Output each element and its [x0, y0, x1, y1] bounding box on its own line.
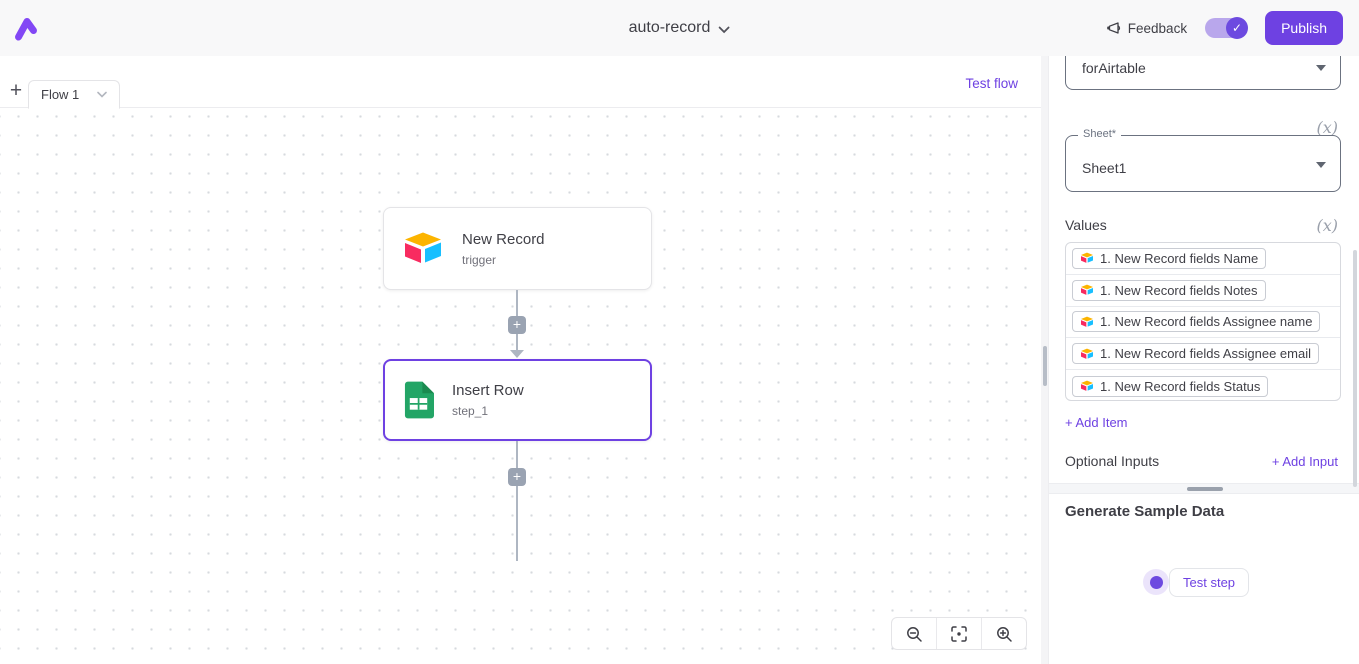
feedback-button[interactable]: Feedback	[1105, 20, 1187, 37]
insert-variable-button[interactable]: (x)	[1316, 216, 1338, 235]
flow-canvas[interactable]: + Flow 1 Test flow New Record trigger	[0, 56, 1041, 664]
node-new-record[interactable]: New Record trigger	[383, 207, 652, 290]
node-subtitle: step_1	[452, 404, 524, 418]
feedback-label: Feedback	[1128, 21, 1187, 36]
value-token[interactable]: 1. New Record fields Notes	[1072, 280, 1266, 301]
fit-view-button[interactable]	[936, 618, 981, 649]
canvas-zoom-toolbar	[891, 617, 1027, 650]
value-token[interactable]: 1. New Record fields Name	[1072, 248, 1266, 269]
megaphone-icon	[1105, 20, 1122, 37]
token-label: 1. New Record fields Notes	[1100, 283, 1258, 298]
value-row[interactable]: 1. New Record fields Name	[1066, 243, 1340, 275]
value-row[interactable]: 1. New Record fields Assignee name	[1066, 307, 1340, 339]
drag-handle-icon	[1187, 487, 1223, 491]
chevron-down-icon	[1316, 65, 1326, 71]
connection-value: forAirtable	[1082, 60, 1146, 76]
node-title: New Record	[462, 231, 545, 248]
scrollbar-thumb[interactable]	[1353, 250, 1357, 487]
flow-enabled-toggle[interactable]: ✓	[1205, 18, 1247, 38]
flow-tabstrip: + Flow 1 Test flow	[0, 56, 1041, 108]
step-settings-panel: forAirtable (x) Sheet* Sheet1 Values (x)…	[1048, 56, 1359, 664]
add-step-button[interactable]: +	[508, 316, 526, 334]
value-row[interactable]: 1. New Record fields Notes	[1066, 275, 1340, 307]
status-dot-icon	[1150, 576, 1163, 589]
zoom-in-button[interactable]	[981, 618, 1026, 649]
value-token[interactable]: 1. New Record fields Assignee name	[1072, 311, 1320, 332]
flow-builder-app: auto-record Feedback ✓ Publish +	[0, 0, 1359, 664]
flow-name-menu[interactable]: auto-record	[629, 19, 731, 37]
panel-resize-gutter[interactable]	[1041, 56, 1048, 664]
edge-arrow-icon	[510, 350, 524, 358]
token-label: 1. New Record fields Name	[1100, 251, 1258, 266]
value-row[interactable]: 1. New Record fields Assignee email	[1066, 338, 1340, 370]
zoom-out-icon	[905, 625, 923, 643]
edge-line	[516, 441, 518, 561]
topbar-actions: Feedback ✓ Publish	[1105, 0, 1343, 56]
values-label: Values	[1065, 217, 1107, 233]
chevron-down-icon	[97, 91, 107, 98]
add-step-button[interactable]: +	[508, 468, 526, 486]
chevron-down-icon	[1316, 162, 1326, 168]
google-sheets-icon	[403, 381, 434, 419]
add-item-button[interactable]: + Add Item	[1065, 415, 1128, 430]
airtable-icon	[402, 230, 444, 267]
node-text: Insert Row step_1	[452, 382, 524, 418]
panel-section-divider[interactable]	[1049, 483, 1359, 494]
sheet-field-label: Sheet*	[1078, 128, 1121, 140]
test-step-button[interactable]: Test step	[1169, 568, 1249, 597]
optional-inputs-label: Optional Inputs	[1065, 453, 1159, 469]
connection-select[interactable]: forAirtable	[1065, 56, 1341, 90]
token-label: 1. New Record fields Assignee email	[1100, 346, 1311, 361]
sheet-select[interactable]: Sheet* Sheet1	[1065, 135, 1341, 192]
value-token[interactable]: 1. New Record fields Assignee email	[1072, 343, 1319, 364]
tab-label: Flow 1	[41, 87, 79, 102]
toggle-check-icon: ✓	[1226, 17, 1248, 39]
flow-name: auto-record	[629, 19, 711, 37]
fit-view-icon	[950, 625, 968, 643]
add-input-button[interactable]: + Add Input	[1272, 454, 1338, 469]
zoom-out-button[interactable]	[892, 618, 936, 649]
airtable-icon	[1080, 284, 1094, 296]
test-flow-link[interactable]: Test flow	[965, 76, 1018, 91]
resize-grip-icon	[1043, 346, 1047, 386]
zoom-in-icon	[995, 625, 1013, 643]
publish-button[interactable]: Publish	[1265, 11, 1343, 45]
airtable-icon	[1080, 348, 1094, 360]
airtable-icon	[1080, 380, 1094, 392]
generate-sample-data-title: Generate Sample Data	[1065, 503, 1224, 520]
node-text: New Record trigger	[462, 231, 545, 267]
values-list: 1. New Record fields Name 1. New Record …	[1065, 242, 1341, 401]
node-insert-row[interactable]: Insert Row step_1	[383, 359, 652, 441]
app-logo-icon[interactable]	[12, 13, 42, 43]
airtable-icon	[1080, 316, 1094, 328]
value-token[interactable]: 1. New Record fields Status	[1072, 376, 1268, 397]
tab-flow-1[interactable]: Flow 1	[28, 80, 120, 109]
add-flow-button[interactable]: +	[6, 82, 26, 102]
test-step-status-dot	[1143, 569, 1169, 595]
node-subtitle: trigger	[462, 253, 545, 267]
value-row[interactable]: 1. New Record fields Status	[1066, 370, 1340, 401]
chevron-down-icon	[718, 26, 730, 34]
sheet-value: Sheet1	[1082, 160, 1126, 176]
token-label: 1. New Record fields Assignee name	[1100, 314, 1312, 329]
airtable-icon	[1080, 252, 1094, 264]
token-label: 1. New Record fields Status	[1100, 379, 1260, 394]
node-title: Insert Row	[452, 382, 524, 399]
topbar: auto-record Feedback ✓ Publish	[0, 0, 1359, 56]
